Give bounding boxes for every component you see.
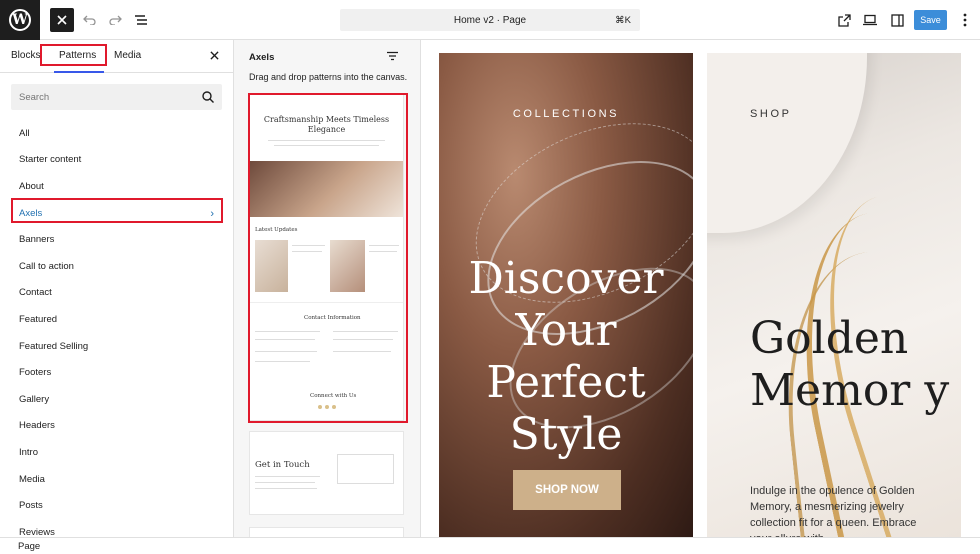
block-breadcrumb-bar: Page [0,537,980,554]
close-icon [210,51,219,60]
command-palette-bar[interactable]: Home v2 · Page ⌘K [340,9,640,31]
category-label: Featured [19,313,58,325]
breadcrumb-item[interactable]: Page [18,541,40,552]
category-label: Contact [19,287,52,299]
preview-text-line [255,482,315,483]
external-link-icon [837,13,851,27]
category-starter-content[interactable]: Starter content [0,147,234,174]
pattern-preview-card[interactable] [250,528,403,537]
settings-sidebar-button[interactable] [885,8,909,32]
inserter-tabs: Blocks Patterns Media [0,40,234,73]
redo-button[interactable] [103,8,127,32]
tab-blocks[interactable]: Blocks [11,50,40,61]
preview-text-line [255,488,317,489]
pattern-preview-heading: Get in Touch [255,460,310,470]
more-vertical-icon [963,13,967,27]
block-inserter-panel: Blocks Patterns Media All Starter conten… [0,40,234,538]
category-label: All [19,127,30,139]
category-label: Posts [19,500,43,512]
options-button[interactable] [953,8,977,32]
category-gallery[interactable]: Gallery [0,386,234,413]
device-preview-button[interactable] [858,8,882,32]
sidebar-icon [890,13,904,27]
category-label: Media [19,473,45,485]
category-headers[interactable]: Headers [0,413,234,440]
cover-eyebrow[interactable]: COLLECTIONS [439,108,693,120]
category-posts[interactable]: Posts [0,492,234,519]
category-intro[interactable]: Intro [0,439,234,466]
close-inserter-button[interactable] [50,8,74,32]
collections-cover-block[interactable]: COLLECTIONS Discover Your Perfect Style … [439,53,693,537]
close-panel-button[interactable] [210,48,219,63]
redo-icon [108,15,122,25]
pattern-search[interactable] [11,84,222,110]
shirt-collar-decoration [707,53,867,233]
category-label: Footers [19,367,52,379]
cover-heading[interactable]: Discover Your Perfect Style [439,253,693,461]
pattern-category-list: All Starter content About Axels › Banners… [0,120,234,546]
category-label: Starter content [19,154,82,166]
category-label: About [19,180,44,192]
category-label: Banners [19,234,55,246]
category-call-to-action[interactable]: Call to action [0,253,234,280]
pattern-panel-description: Drag and drop patterns into the canvas. [249,72,408,82]
keyboard-shortcut: ⌘K [615,15,631,26]
undo-button[interactable] [77,8,101,32]
category-featured-selling[interactable]: Featured Selling [0,333,234,360]
search-input[interactable] [11,84,181,110]
active-tab-indicator [54,71,104,73]
wordpress-icon: W [9,9,31,31]
patterns-tab-highlight [40,44,107,66]
category-label: Gallery [19,393,50,405]
axels-category-highlight [11,198,223,223]
list-view-icon [135,15,147,25]
filter-button[interactable] [387,50,398,64]
category-label: Call to action [19,260,74,272]
category-label: Headers [19,420,55,432]
category-media[interactable]: Media [0,466,234,493]
wordpress-logo-button[interactable]: W [0,0,40,40]
preview-text-line [255,476,320,477]
view-site-button[interactable] [832,8,856,32]
tab-media[interactable]: Media [114,50,141,61]
cover-body-text[interactable]: Indulge in the opulence of Golden Memory… [750,483,930,537]
document-title: Home v2 · Page [453,15,527,26]
editor-canvas[interactable]: COLLECTIONS Discover Your Perfect Style … [421,40,980,537]
document-overview-button[interactable] [129,8,153,32]
category-about[interactable]: About [0,173,234,200]
pattern-card-highlight [248,93,408,423]
close-icon [57,15,67,25]
desktop-icon [863,14,877,26]
pattern-category-title: Axels [249,52,275,63]
shop-now-button[interactable]: SHOP NOW [513,470,621,510]
category-contact[interactable]: Contact [0,280,234,307]
undo-icon [82,15,96,25]
pattern-preview-card[interactable]: Get in Touch [250,432,403,514]
preview-form-card [337,454,394,484]
cover-eyebrow[interactable]: SHOP [750,108,792,120]
search-icon [202,91,214,103]
category-label: Intro [19,446,39,458]
shop-cover-block[interactable]: SHOP Golden Memor y Indulge in the opule… [707,53,961,537]
category-footers[interactable]: Footers [0,359,234,386]
editor-toolbar: W Home v2 · Page ⌘K Save [0,0,980,40]
category-banners[interactable]: Banners [0,226,234,253]
category-label: Featured Selling [19,340,89,352]
cover-heading[interactable]: Golden Memor y [750,313,961,417]
category-all[interactable]: All [0,120,234,147]
save-button[interactable]: Save [914,10,947,30]
category-featured[interactable]: Featured [0,306,234,333]
filter-icon [387,51,398,61]
